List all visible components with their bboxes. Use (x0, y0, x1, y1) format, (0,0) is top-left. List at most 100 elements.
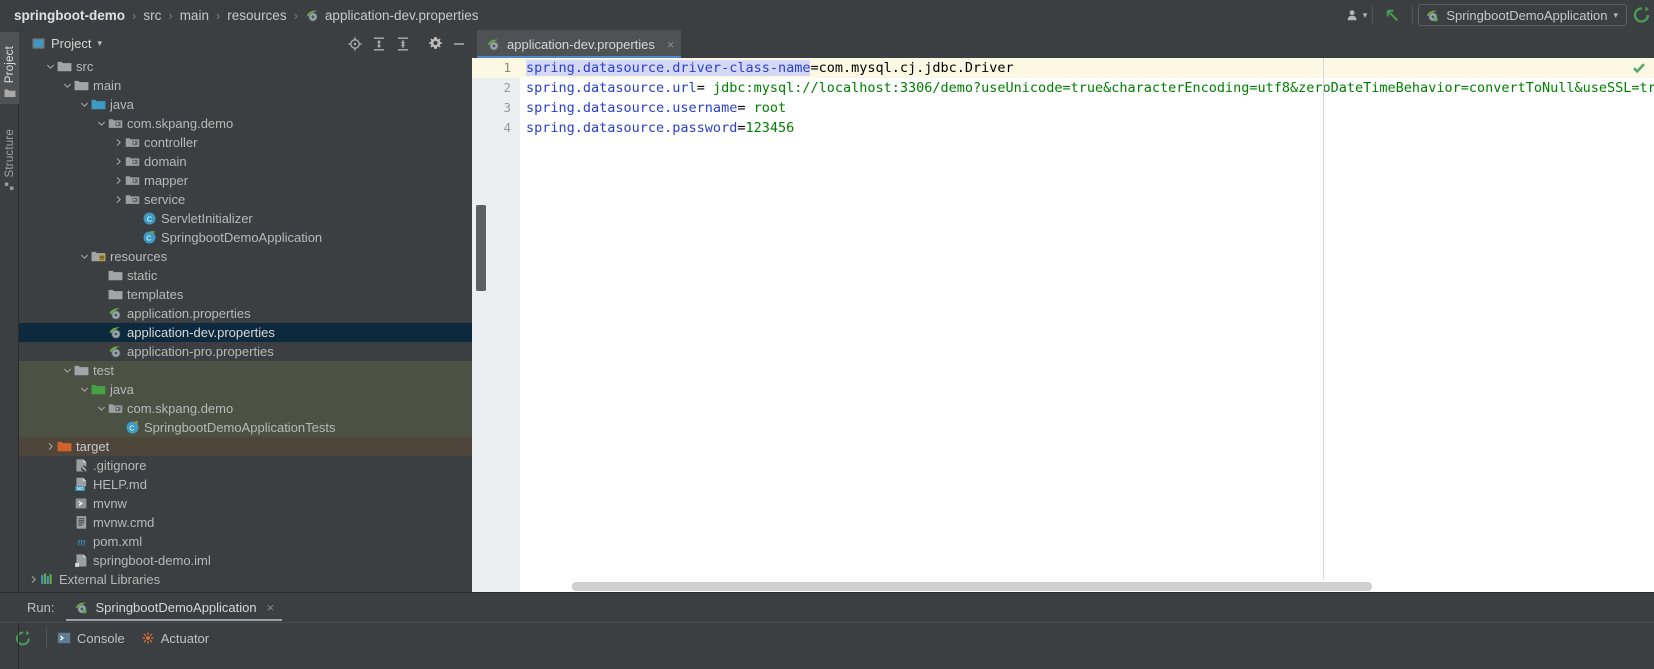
chevron-down-icon[interactable] (95, 114, 107, 133)
chevron-right-icon[interactable] (112, 152, 124, 171)
folder-icon (107, 287, 123, 303)
tree-node-help-md[interactable]: MD HELP.md (19, 475, 472, 494)
folder-icon (107, 268, 123, 284)
gutter-line-number[interactable]: 1 (472, 58, 520, 78)
tree-node-external-libraries[interactable]: External Libraries (19, 570, 472, 589)
property-separator: = (810, 60, 819, 76)
tree-node-pom-xml[interactable]: m pom.xml (19, 532, 472, 551)
editor-horizontal-scrollbar[interactable] (520, 580, 1654, 592)
tree-node-springbootdemoapplicationtests[interactable]: C SpringbootDemoApplicationTests (19, 418, 472, 437)
editor-tab-application-dev-properties[interactable]: application-dev.properties × (477, 30, 681, 58)
tool-window-tab-structure[interactable]: Structure (0, 112, 19, 198)
tool-window-tab-project[interactable]: Project (0, 32, 19, 104)
tree-node-springbootdemoapplication[interactable]: C SpringbootDemoApplication (19, 228, 472, 247)
tree-node-static[interactable]: static (19, 266, 472, 285)
tree-node-com-skpang-demo[interactable]: com.skpang.demo (19, 399, 472, 418)
chevron-down-icon[interactable] (61, 361, 73, 380)
update-project-icon[interactable] (1378, 3, 1407, 27)
breadcrumb-item-project[interactable]: springboot-demo (10, 8, 129, 23)
gutter-line-number[interactable]: 2 (472, 78, 520, 98)
tree-node-servletinitializer[interactable]: C ServletInitializer (19, 209, 472, 228)
ok-check-icon[interactable] (1632, 61, 1646, 75)
svg-text:m: m (77, 537, 85, 549)
settings-gear-icon[interactable] (424, 33, 446, 55)
chevron-down-icon[interactable] (78, 247, 90, 266)
spring-properties-icon (486, 37, 501, 52)
chevron-down-icon[interactable] (78, 380, 90, 399)
tree-node-label: com.skpang.demo (127, 401, 234, 416)
tree-node-mapper[interactable]: mapper (19, 171, 472, 190)
code-line[interactable]: spring.datasource.driver-class-name=com.… (520, 58, 1654, 78)
breadcrumb-separator: › (293, 7, 298, 23)
close-icon[interactable]: × (267, 600, 275, 615)
chevron-down-icon[interactable] (61, 76, 73, 95)
excluded-folder-icon (56, 439, 72, 455)
chevron-right-icon[interactable] (112, 133, 124, 152)
scrollbar-thumb[interactable] (572, 582, 1372, 591)
breadcrumb-item-file[interactable]: application-dev.properties (301, 8, 483, 23)
toolbar-divider (1412, 6, 1414, 24)
tree-node-application-pro-properties[interactable]: application-pro.properties (19, 342, 472, 361)
breadcrumb-separator: › (132, 7, 137, 23)
tree-node-target[interactable]: target (19, 437, 472, 456)
tree-node-java[interactable]: java (19, 95, 472, 114)
breadcrumb-file-label: application-dev.properties (324, 7, 479, 23)
run-tab-springbootdemoapplication[interactable]: SpringbootDemoApplication × (66, 593, 283, 622)
tree-node-src[interactable]: src (19, 57, 472, 76)
locate-icon[interactable] (344, 33, 366, 55)
chevron-down-icon[interactable] (44, 57, 56, 76)
expand-all-icon[interactable] (368, 33, 390, 55)
tree-node-templates[interactable]: templates (19, 285, 472, 304)
property-value: 123456 (745, 120, 795, 136)
collapse-all-icon[interactable] (392, 33, 414, 55)
tree-node-application-properties[interactable]: application.properties (19, 304, 472, 323)
run-button[interactable] (1627, 3, 1652, 27)
gutter-line-number[interactable]: 4 (472, 118, 520, 138)
run-subtab-actuator[interactable]: Actuator (137, 623, 221, 653)
breadcrumb-item-src[interactable]: src (139, 8, 165, 23)
tree-node-domain[interactable]: domain (19, 152, 472, 171)
code-line[interactable]: spring.datasource.username= root (520, 98, 1654, 118)
tree-node-label: src (76, 59, 94, 74)
tree-node-service[interactable]: service (19, 190, 472, 209)
editor-code[interactable]: spring.datasource.driver-class-name=com.… (520, 58, 1654, 592)
close-icon[interactable]: × (667, 37, 675, 52)
chevron-right-icon[interactable] (112, 171, 124, 190)
chevron-right-icon[interactable] (27, 570, 39, 589)
run-configuration-selector[interactable]: SpringbootDemoApplication ▾ (1418, 4, 1627, 26)
code-line[interactable]: spring.datasource.url= jdbc:mysql://loca… (520, 78, 1654, 98)
tree-node-mvnw[interactable]: mvnw (19, 494, 472, 513)
tree-node-test[interactable]: test (19, 361, 472, 380)
chevron-down-icon[interactable] (78, 95, 90, 114)
hide-panel-icon[interactable] (448, 33, 470, 55)
structure-icon (4, 181, 16, 193)
tree-node-application-dev-properties[interactable]: application-dev.properties (19, 323, 472, 342)
tree-node-controller[interactable]: controller (19, 133, 472, 152)
gutter-line-number[interactable]: 3 (472, 98, 520, 118)
tree-node-label: static (127, 268, 158, 283)
chevron-right-icon[interactable] (44, 437, 56, 456)
project-view-selector[interactable]: Project ▾ (19, 36, 102, 51)
project-tree-scrollbar-thumb[interactable] (476, 205, 486, 291)
code-line[interactable]: spring.datasource.password=123456 (520, 118, 1654, 138)
run-subtab-console[interactable]: Console (53, 623, 137, 653)
chevron-down-icon[interactable] (95, 399, 107, 418)
tree-node-mvnw-cmd[interactable]: mvnw.cmd (19, 513, 472, 532)
project-tree[interactable]: src main java com.skpang.demo controller doma… (19, 57, 472, 592)
tree-node-springboot-demo-iml[interactable]: springboot-demo.iml (19, 551, 472, 570)
tree-node-main[interactable]: main (19, 76, 472, 95)
property-value: root (753, 100, 787, 116)
editor-viewport[interactable]: 1234 spring.datasource.driver-class-name… (472, 58, 1654, 592)
tree-node-resources[interactable]: resources (19, 247, 472, 266)
tree-node-com-skpang-demo[interactable]: com.skpang.demo (19, 114, 472, 133)
user-dropdown-caret[interactable]: ▾ (1363, 10, 1368, 21)
editor-gutter[interactable]: 1234 (472, 58, 520, 592)
tree-node-java[interactable]: java (19, 380, 472, 399)
tree-node-gitignore[interactable]: .gitignore (19, 456, 472, 475)
breadcrumb-item-resources[interactable]: resources (223, 8, 290, 23)
chevron-right-icon[interactable] (112, 190, 124, 209)
breadcrumb-item-main[interactable]: main (176, 8, 213, 23)
